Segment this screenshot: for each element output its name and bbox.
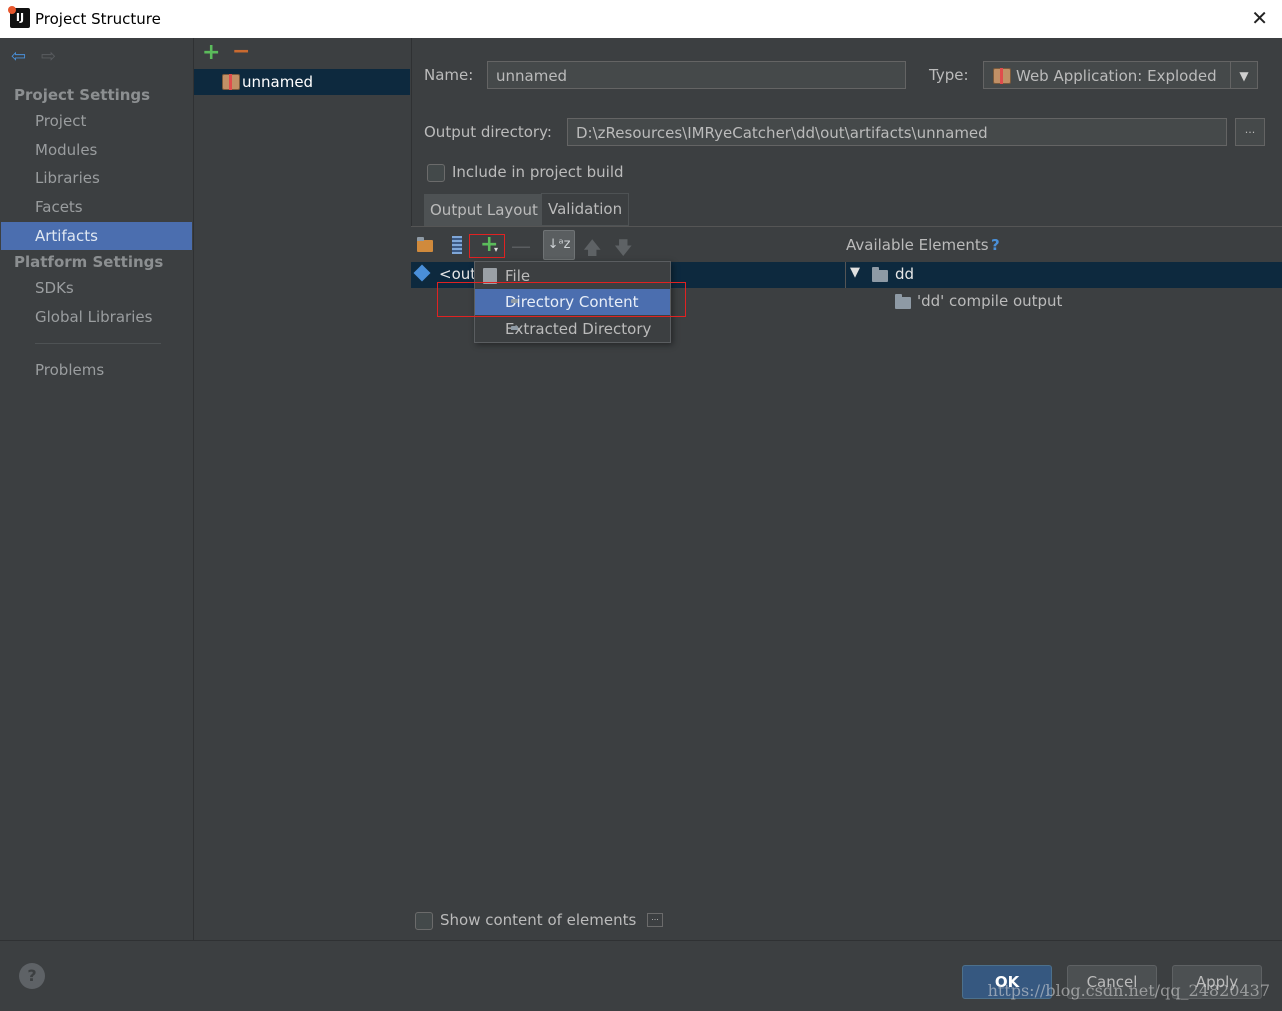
show-content-options-button[interactable]: ... [647,913,663,927]
artifact-name-label: unnamed [242,73,314,91]
help-icon[interactable]: ? [991,236,1000,254]
sidebar-item-artifacts[interactable]: Artifacts [1,222,192,250]
menu-item-label: Extracted Directory [505,320,652,338]
type-select[interactable]: Web Application: Exploded ▼ [983,61,1258,89]
project-settings-header: Project Settings [14,86,151,104]
tab-validation[interactable]: Validation [541,193,630,226]
highlight-annotation-box [437,282,686,317]
sidebar: ⇦ ⇨ Project Settings Project Modules Lib… [1,38,192,940]
sort-az-icon[interactable]: ↓ᵃz [543,230,575,260]
artifact-list-item[interactable]: unnamed [194,69,410,95]
dropdown-arrow-icon: ▾ [494,245,499,254]
archive-icon[interactable] [449,236,467,254]
web-artifact-icon [222,74,240,90]
type-select-value: Web Application: Exploded [1016,67,1217,85]
sidebar-item-facets[interactable]: Facets [1,193,192,221]
sidebar-item-problems[interactable]: Problems [1,356,192,384]
add-element-button[interactable]: + ▾ [469,234,505,258]
watermark-text: https://blog.csdn.net/qq_24820437 [987,981,1270,1000]
available-item-label: 'dd' compile output [917,292,1063,310]
chevron-down-icon[interactable]: ▼ [1230,62,1257,88]
sidebar-item-project[interactable]: Project [1,107,192,135]
show-content-label: Show content of elements [440,911,637,929]
show-content-checkbox[interactable] [415,912,433,930]
sidebar-item-modules[interactable]: Modules [1,136,192,164]
remove-element-icon[interactable]: — [511,236,531,256]
output-directory-label: Output directory: [424,123,552,141]
create-directory-icon[interactable] [417,236,435,254]
help-button[interactable]: ? [19,963,45,989]
sidebar-item-sdks[interactable]: SDKs [1,274,192,302]
expand-triangle-icon[interactable]: ▼ [850,265,860,280]
available-elements-header: Available Elements [846,236,989,254]
platform-settings-header: Platform Settings [14,253,164,271]
sidebar-item-libraries[interactable]: Libraries [1,164,192,192]
include-build-checkbox[interactable] [427,164,445,182]
sidebar-divider [35,343,161,344]
include-build-label: Include in project build [452,163,624,181]
web-artifact-icon [993,68,1011,84]
title-bar: IJ Project Structure ✕ [0,0,1282,38]
intellij-icon: IJ [8,6,30,28]
module-folder-icon [872,267,888,282]
compile-output-folder-icon [895,294,911,309]
browse-button[interactable]: ... [1235,118,1265,146]
root-diamond-icon [413,264,431,282]
artifact-list-panel: + − unnamed [193,38,412,940]
sidebar-item-global-libraries[interactable]: Global Libraries [1,303,192,331]
type-label: Type: [929,66,969,84]
forward-arrow-icon[interactable]: ⇨ [41,46,56,67]
output-directory-field[interactable]: D:\zResources\IMRyeCatcher\dd\out\artifa… [567,118,1227,146]
close-icon[interactable]: ✕ [1251,6,1268,30]
back-arrow-icon[interactable]: ⇦ [11,46,26,67]
dialog-button-bar: ? OK Cancel Apply https://blog.csdn.net/… [0,940,1282,1011]
remove-artifact-icon[interactable]: − [232,41,250,63]
add-artifact-icon[interactable]: + [202,42,220,64]
available-tree-row-dd[interactable]: ▼ dd [846,262,1282,288]
layout-root-label: <out [439,265,477,283]
window-title: Project Structure [35,10,161,28]
name-label: Name: [424,66,474,84]
tab-output-layout[interactable]: Output Layout [424,194,544,226]
name-field[interactable]: unnamed [487,61,906,89]
menu-item-extracted-directory[interactable]: Extracted Directory [475,316,670,342]
available-item-label: dd [895,265,915,283]
